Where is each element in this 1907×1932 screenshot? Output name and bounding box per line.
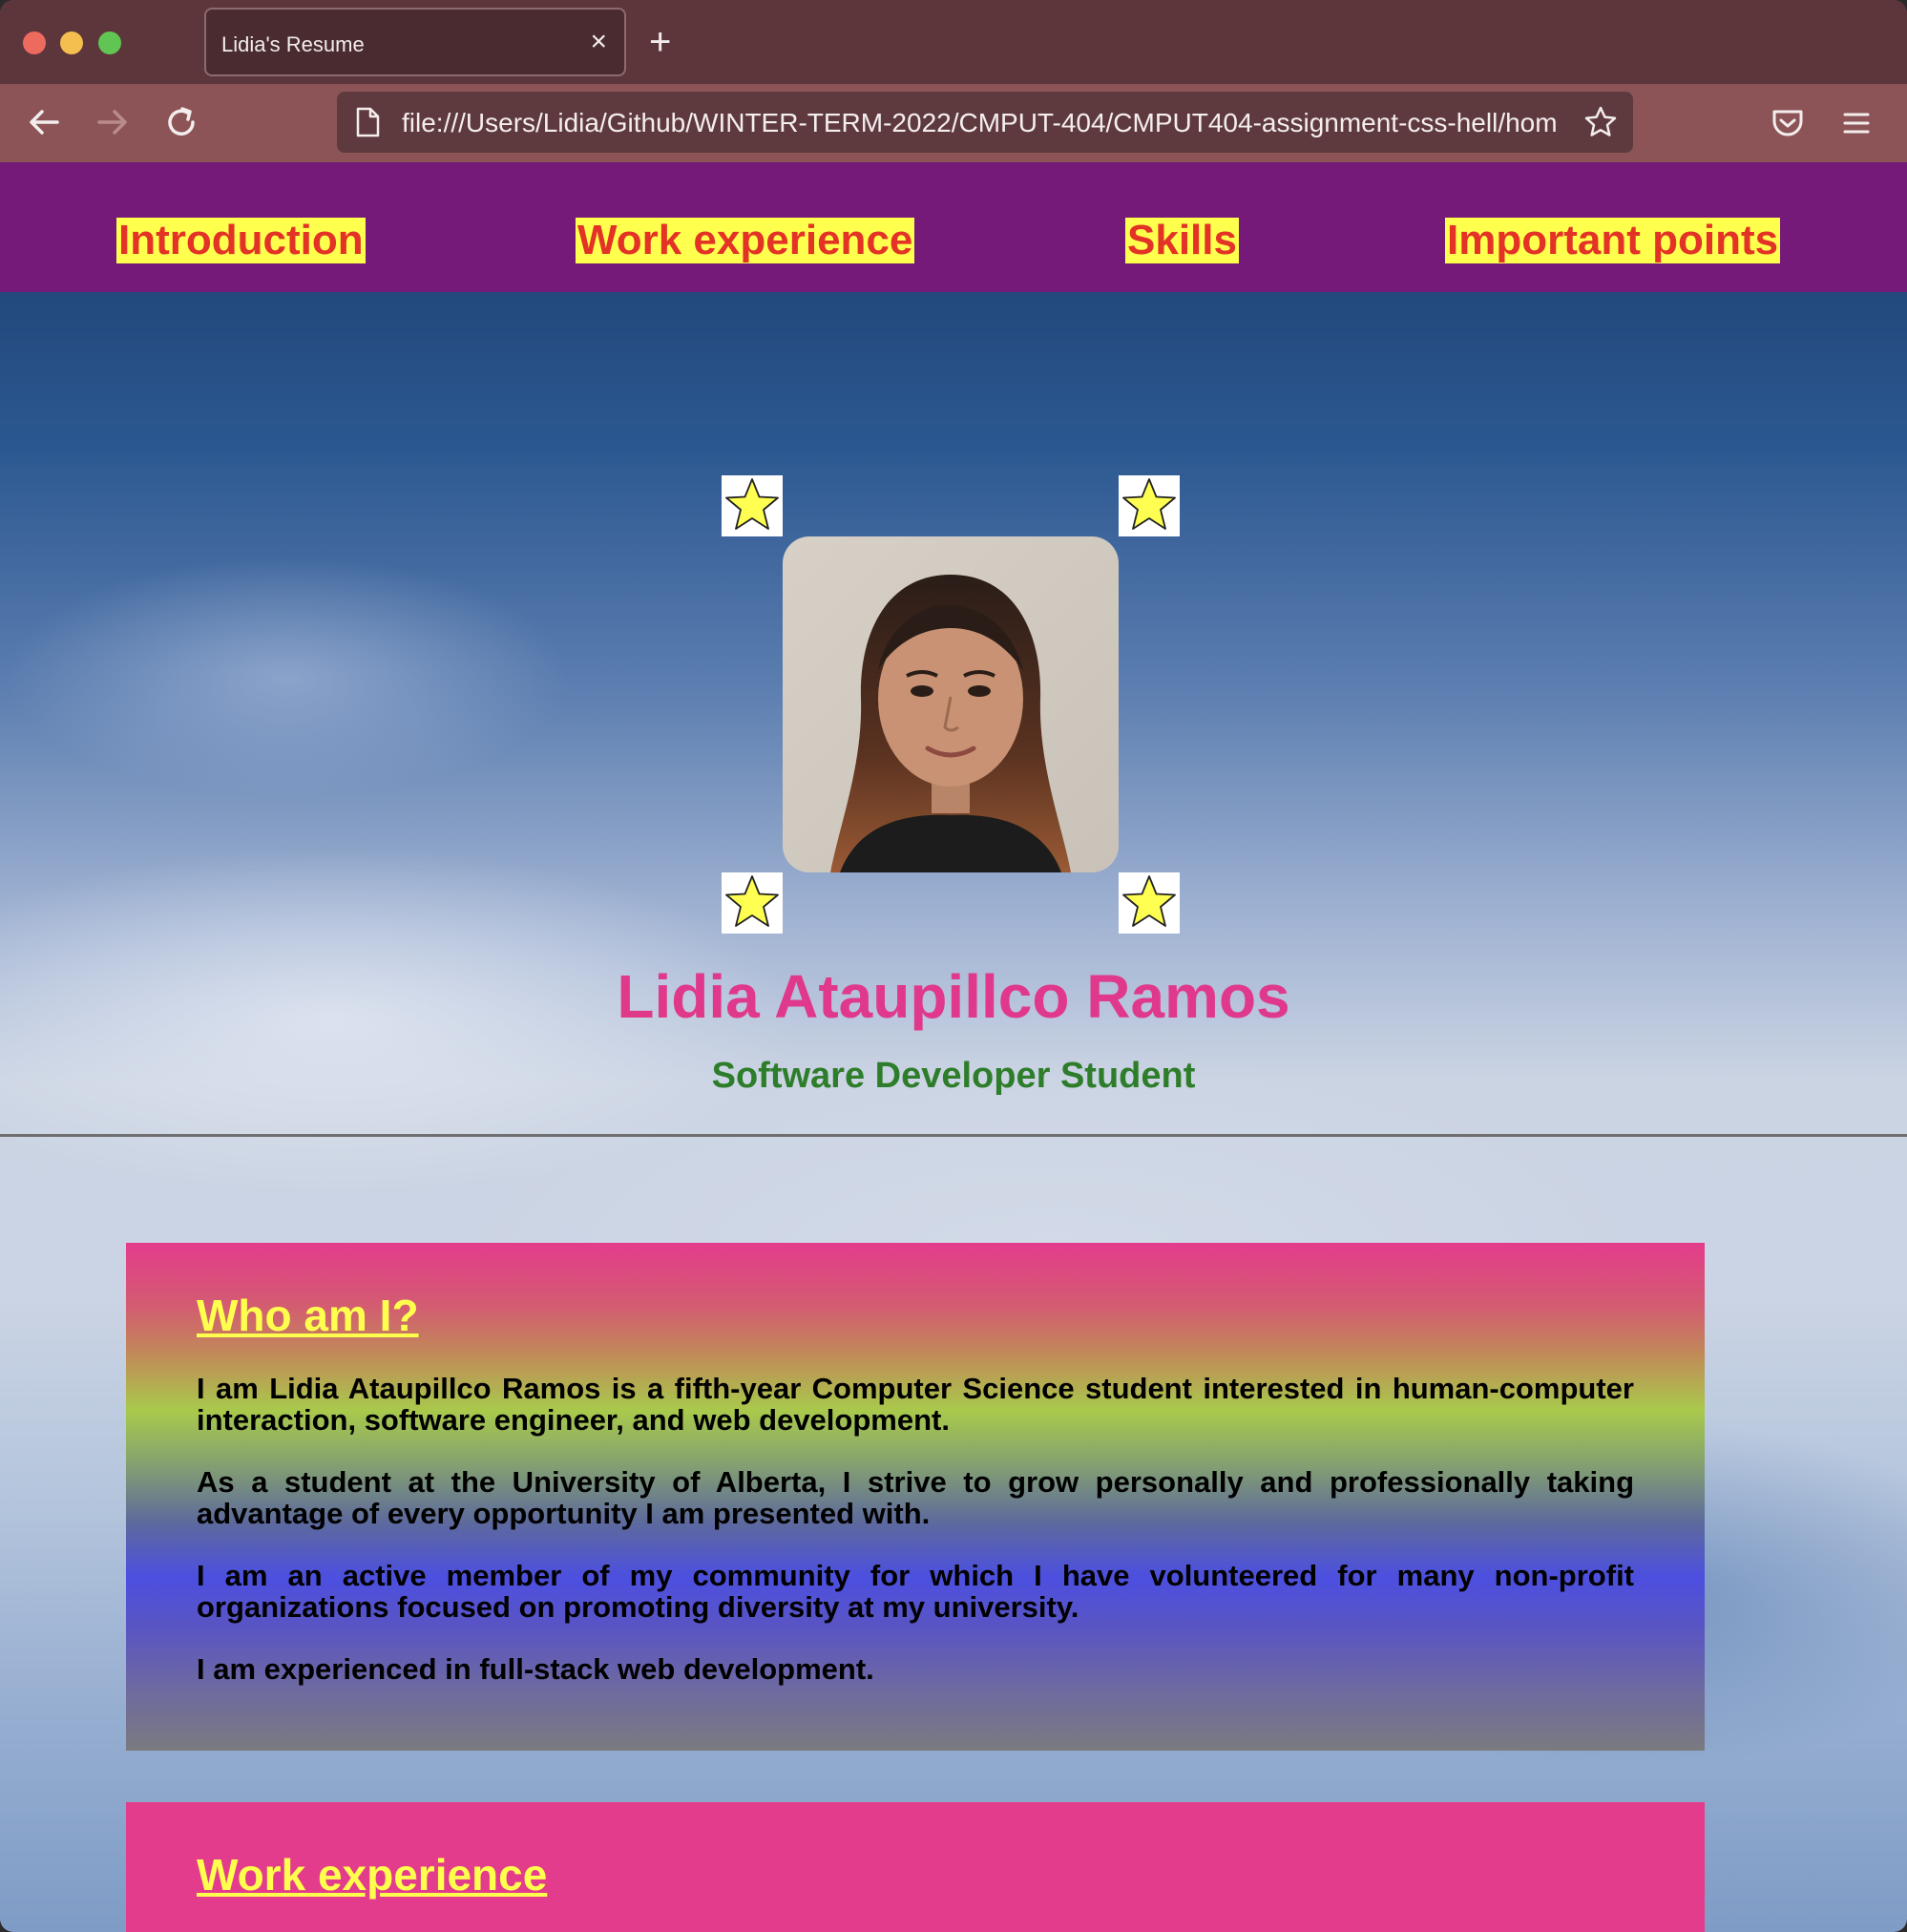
section-body: I am Lidia Ataupillco Ramos is a fifth-y… xyxy=(197,1373,1634,1685)
yellow-star-icon xyxy=(1119,475,1180,536)
navigation-toolbar: file:///Users/Lidia/Github/WINTER-TERM-2… xyxy=(0,84,1907,162)
nav-link-work-experience[interactable]: Work experience xyxy=(576,218,915,263)
section-heading: Work experience xyxy=(197,1850,548,1900)
browser-tab[interactable]: Lidia's Resume × xyxy=(204,8,626,76)
intro-paragraph: I am Lidia Ataupillco Ramos is a fifth-y… xyxy=(197,1372,1634,1437)
site-nav: Introduction Work experience Skills Impo… xyxy=(0,162,1907,292)
browser-window: Lidia's Resume × + file:///Users/Lidia/G… xyxy=(0,0,1907,1932)
minimize-window-button[interactable] xyxy=(60,32,83,54)
yellow-star-icon xyxy=(722,872,783,934)
forward-arrow-icon[interactable] xyxy=(90,99,136,145)
back-arrow-icon[interactable] xyxy=(21,99,67,145)
tab-close-icon[interactable]: × xyxy=(590,25,607,59)
close-window-button[interactable] xyxy=(23,32,46,54)
title-bar: Lidia's Resume × + xyxy=(0,0,1907,84)
yellow-star-icon xyxy=(722,475,783,536)
intro-paragraph: I am an active member of my community fo… xyxy=(197,1559,1634,1624)
file-icon xyxy=(356,107,380,137)
yellow-star-icon xyxy=(1119,872,1180,934)
reload-icon[interactable] xyxy=(158,99,204,145)
page-viewport: Introduction Work experience Skills Impo… xyxy=(0,162,1907,1932)
introduction-section: Who am I? I am Lidia Ataupillco Ramos is… xyxy=(126,1243,1705,1751)
nav-link-important-points[interactable]: Important points xyxy=(1445,218,1781,263)
address-bar[interactable]: file:///Users/Lidia/Github/WINTER-TERM-2… xyxy=(337,92,1633,153)
nav-link-introduction[interactable]: Introduction xyxy=(116,218,366,263)
intro-paragraph: As a student at the University of Albert… xyxy=(197,1465,1634,1530)
horizontal-divider xyxy=(0,1134,1907,1137)
bookmark-star-icon[interactable] xyxy=(1583,105,1618,139)
profile-photo xyxy=(783,536,1119,872)
pocket-icon[interactable] xyxy=(1768,103,1808,143)
tab-title: Lidia's Resume xyxy=(221,32,365,56)
new-tab-button[interactable]: + xyxy=(649,19,671,65)
nav-link-skills[interactable]: Skills xyxy=(1125,218,1239,263)
person-name: Lidia Ataupillco Ramos xyxy=(617,962,1290,1031)
work-experience-section: Work experience xyxy=(126,1802,1705,1932)
maximize-window-button[interactable] xyxy=(98,32,121,54)
intro-paragraph: I am experienced in full-stack web devel… xyxy=(197,1652,874,1686)
url-text[interactable]: file:///Users/Lidia/Github/WINTER-TERM-2… xyxy=(402,108,1566,138)
hamburger-menu-icon[interactable] xyxy=(1836,103,1876,143)
section-heading: Who am I? xyxy=(197,1291,419,1340)
job-title: Software Developer Student xyxy=(711,1056,1196,1096)
